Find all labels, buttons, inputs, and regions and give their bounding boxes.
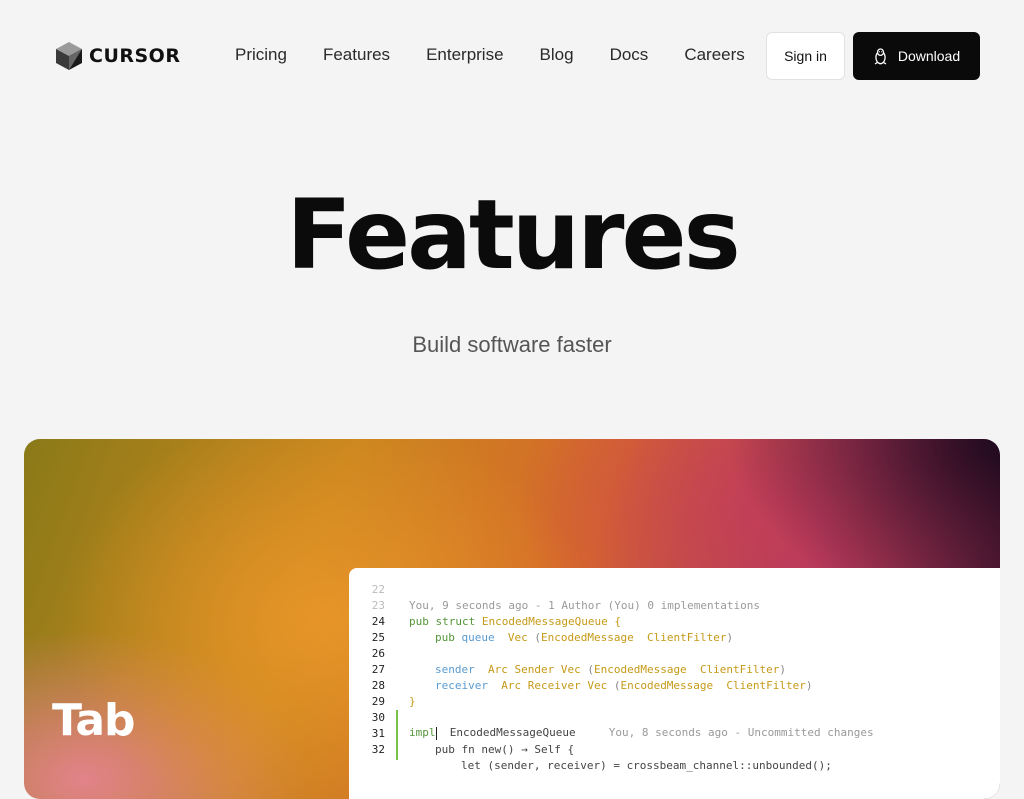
line-number: 32 [371, 742, 385, 756]
code-type: EncodedMessage [593, 662, 687, 676]
code-text: pub struct EncodedMessageQueue { [409, 615, 621, 628]
code-field: receiver [435, 678, 488, 692]
code-type: Arc Receiver Vec [501, 678, 608, 692]
code-text: impl EncodedMessageQueue You, 8 seconds … [409, 726, 874, 740]
code-line: 30 [349, 709, 1000, 725]
code-line: 29 } [349, 693, 1000, 709]
code-type: EncodedMessageQueue [449, 726, 576, 740]
code-line: 25 pub queue Vec (EncodedMessage ClientF… [349, 629, 1000, 645]
code-type: EncodedMessage [620, 678, 714, 692]
nav-link-pricing[interactable]: Pricing [235, 44, 287, 66]
code-field: queue [461, 630, 495, 644]
git-blame-annotation: You, 8 seconds ago - Uncommitted changes [608, 726, 874, 740]
line-number: 22 [371, 582, 385, 596]
code-line: 26 [349, 645, 1000, 661]
code-text: let (sender, receiver) = crossbeam_chann… [461, 758, 832, 772]
nav-link-blog[interactable]: Blog [540, 44, 574, 66]
code-keyword: pub struct [409, 614, 476, 628]
code-type: Arc Sender Vec [488, 662, 581, 676]
line-number: 23 [371, 598, 385, 612]
nav-link-careers[interactable]: Careers [684, 44, 744, 66]
code-type: ClientFilter [699, 662, 780, 676]
code-line: 23 You, 9 seconds ago - 1 Author (You) 0… [349, 597, 1000, 613]
line-number: 27 [371, 662, 385, 676]
code-type: EncodedMessageQueue [481, 614, 608, 628]
code-punctuation: ( [534, 630, 541, 644]
nav-link-enterprise[interactable]: Enterprise [426, 44, 503, 66]
line-number: 26 [371, 646, 385, 660]
cursor-logo[interactable]: CURSOR [55, 41, 180, 71]
nav-link-docs[interactable]: Docs [610, 44, 649, 66]
line-number: 24 [371, 614, 385, 628]
main-nav: Pricing Features Enterprise Blog Docs Ca… [235, 44, 781, 66]
brand-name: CURSOR [89, 45, 181, 67]
code-keyword: pub [435, 630, 455, 644]
code-line: 22 [349, 581, 1000, 597]
code-punctuation: } [409, 694, 416, 708]
code-line: 24 pub struct EncodedMessageQueue { [349, 613, 1000, 629]
code-type: ClientFilter [646, 630, 727, 644]
git-blame-annotation: You, 9 seconds ago - 1 Author (You) 0 im… [409, 598, 760, 612]
code-field: sender [435, 662, 475, 676]
line-number: 29 [371, 694, 385, 708]
code-keyword: impl [409, 726, 436, 740]
code-text: receiver Arc Receiver Vec (EncodedMessag… [435, 679, 813, 692]
page-subtitle: Build software faster [412, 332, 612, 357]
code-punctuation: ( [587, 662, 594, 676]
feature-title: Tab [52, 695, 136, 746]
code-punctuation: ) [779, 662, 787, 676]
code-line: let (sender, receiver) = crossbeam_chann… [349, 757, 1000, 773]
nav-link-features[interactable]: Features [323, 44, 390, 66]
page-title: Features [286, 179, 740, 291]
code-editor-preview: 22 23 You, 9 seconds ago - 1 Author (You… [349, 568, 1000, 799]
code-line: 27 sender Arc Sender Vec (EncodedMessage… [349, 661, 1000, 677]
line-number: 25 [371, 630, 385, 644]
code-punctuation: { [614, 614, 621, 628]
line-number: 31 [371, 726, 385, 740]
line-number: 30 [371, 710, 385, 724]
code-line: 32 pub fn new() → Self { [349, 741, 1000, 757]
code-punctuation: ) [805, 678, 813, 692]
download-label: Download [897, 48, 961, 64]
code-type: ClientFilter [726, 678, 806, 692]
line-number: 28 [371, 678, 385, 692]
code-line: 31 impl EncodedMessageQueue You, 8 secon… [349, 725, 1000, 741]
code-type: Vec [507, 630, 528, 644]
sign-in-button[interactable]: Sign in [766, 32, 845, 80]
top-navigation: CURSOR Pricing Features Enterprise Blog … [0, 0, 1024, 110]
text-cursor [435, 726, 437, 740]
code-type: EncodedMessage [541, 630, 634, 644]
code-text: pub queue Vec (EncodedMessage ClientFilt… [435, 631, 733, 644]
code-text: pub fn new() → Self { [435, 742, 575, 756]
linux-penguin-icon [874, 47, 887, 65]
code-text: sender Arc Sender Vec (EncodedMessage Cl… [435, 663, 786, 676]
download-button[interactable]: Download [853, 32, 980, 80]
code-line: 28 receiver Arc Receiver Vec (EncodedMes… [349, 677, 1000, 693]
cursor-cube-icon [56, 42, 82, 70]
feature-card-tab: Tab 22 23 You, 9 seconds ago - 1 Author … [24, 439, 1000, 799]
code-punctuation: ) [726, 630, 734, 644]
